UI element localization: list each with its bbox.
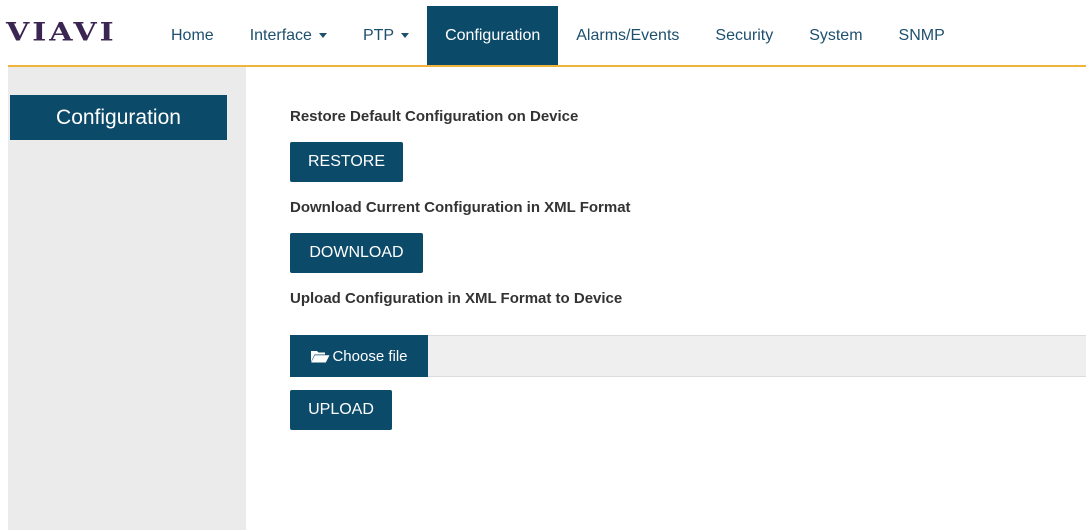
nav-menu: Home Interface PTP Configuration Alarms/… bbox=[153, 6, 963, 65]
sidebar-item-label: Configuration bbox=[56, 105, 181, 129]
nav-snmp[interactable]: SNMP bbox=[881, 6, 963, 65]
choose-file-label: Choose file bbox=[332, 347, 408, 365]
nav-interface[interactable]: Interface bbox=[232, 6, 345, 65]
sidebar: Configuration bbox=[8, 67, 246, 530]
viavi-logo[interactable]: VIAVI bbox=[6, 14, 117, 50]
nav-interface-label: Interface bbox=[249, 26, 312, 44]
restore-section-label: Restore Default Configuration on Device bbox=[290, 108, 579, 125]
logo-text: VIAVI bbox=[6, 17, 117, 47]
nav-home-label: Home bbox=[171, 26, 214, 44]
nav-system-label: System bbox=[809, 26, 863, 44]
top-navbar: VIAVI Home Interface PTP Configuration A… bbox=[0, 0, 1086, 65]
upload-button[interactable]: UPLOAD bbox=[290, 390, 392, 430]
restore-button[interactable]: RESTORE bbox=[290, 142, 403, 182]
choose-file-button[interactable]: Choose file bbox=[290, 335, 428, 377]
nav-snmp-label: SNMP bbox=[898, 26, 945, 44]
caret-down-icon bbox=[318, 33, 327, 38]
nav-security-label: Security bbox=[715, 26, 774, 44]
nav-security[interactable]: Security bbox=[697, 6, 791, 65]
download-button[interactable]: DOWNLOAD bbox=[290, 233, 423, 273]
main-content: Restore Default Configuration on Device … bbox=[246, 67, 1086, 530]
nav-alarms-events-label: Alarms/Events bbox=[576, 26, 680, 44]
nav-home[interactable]: Home bbox=[153, 6, 232, 65]
sidebar-item-configuration[interactable]: Configuration bbox=[10, 95, 227, 140]
nav-system[interactable]: System bbox=[791, 6, 880, 65]
nav-ptp[interactable]: PTP bbox=[345, 6, 427, 65]
nav-configuration[interactable]: Configuration bbox=[427, 6, 559, 65]
nav-alarms-events[interactable]: Alarms/Events bbox=[558, 6, 697, 65]
upload-section-label: Upload Configuration in XML Format to De… bbox=[290, 290, 623, 307]
nav-configuration-label: Configuration bbox=[445, 26, 541, 44]
download-section-label: Download Current Configuration in XML Fo… bbox=[290, 199, 631, 216]
folder-open-icon bbox=[310, 349, 330, 363]
page: VIAVI Home Interface PTP Configuration A… bbox=[0, 0, 1086, 530]
file-input-field[interactable]: Choose file bbox=[290, 335, 1086, 377]
nav-ptp-label: PTP bbox=[362, 26, 395, 44]
caret-down-icon bbox=[401, 33, 410, 38]
